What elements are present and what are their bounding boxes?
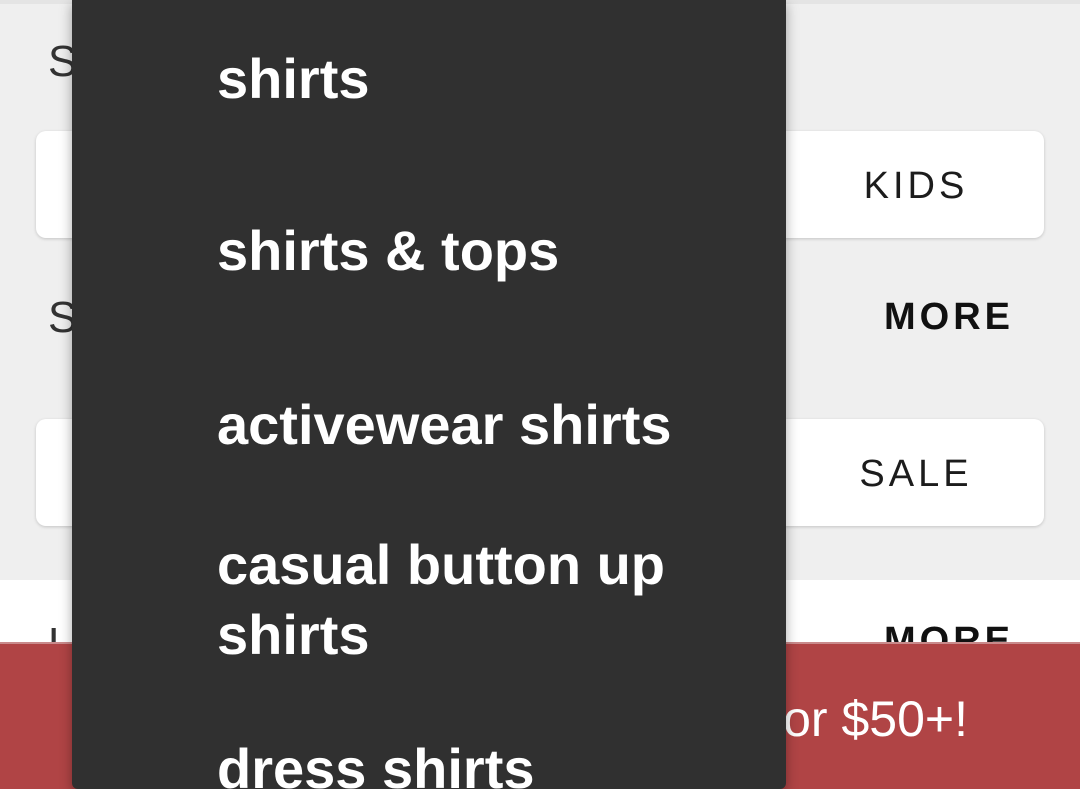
suggestion-item[interactable]: activewear shirts <box>217 390 737 460</box>
more-link-2[interactable]: MORE <box>884 622 1014 642</box>
suggestion-item[interactable]: casual button up shirts <box>217 530 737 670</box>
suggestion-item[interactable]: shirts & tops <box>217 216 737 286</box>
search-suggestions-dropdown: shirts shirts & tops activewear shirts c… <box>72 0 786 789</box>
suggestion-item[interactable]: shirts <box>217 44 737 114</box>
more-link-1[interactable]: MORE <box>884 298 1014 336</box>
section-heading-3: L <box>48 622 72 643</box>
suggestion-item[interactable]: dress shirts <box>217 734 737 789</box>
